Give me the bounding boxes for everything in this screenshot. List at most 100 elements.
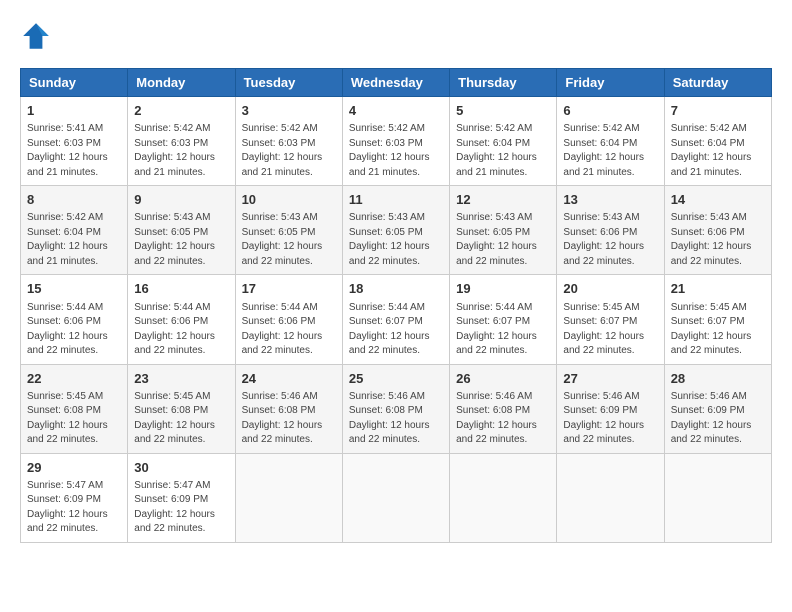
day-info: Sunrise: 5:42 AM Sunset: 6:04 PM Dayligh… (671, 122, 765, 180)
day-number: 23 (134, 370, 228, 388)
day-number: 4 (349, 102, 443, 120)
day-info: Sunrise: 5:45 AM Sunset: 6:08 PM Dayligh… (134, 390, 228, 448)
day-cell: 10 Sunrise: 5:43 AM Sunset: 6:05 PM Dayli… (235, 186, 342, 275)
day-info: Sunrise: 5:47 AM Sunset: 6:09 PM Dayligh… (27, 479, 121, 537)
day-cell: 6 Sunrise: 5:42 AM Sunset: 6:04 PM Daylig… (557, 97, 664, 186)
day-cell: 28 Sunrise: 5:46 AM Sunset: 6:09 PM Dayli… (664, 364, 771, 453)
day-number: 20 (563, 280, 657, 298)
day-number: 17 (242, 280, 336, 298)
day-number: 2 (134, 102, 228, 120)
day-number: 18 (349, 280, 443, 298)
day-info: Sunrise: 5:45 AM Sunset: 6:07 PM Dayligh… (563, 301, 657, 359)
day-cell: 14Sunrise: 5:43 AM Sunset: 6:06 PM Dayli… (664, 186, 771, 275)
day-info: Sunrise: 5:42 AM Sunset: 6:03 PM Dayligh… (242, 122, 336, 180)
calendar-table: SundayMondayTuesdayWednesdayThursdayFrid… (20, 68, 772, 543)
day-cell: 18 Sunrise: 5:44 AM Sunset: 6:07 PM Dayli… (342, 275, 449, 364)
day-info: Sunrise: 5:43 AM Sunset: 6:05 PM Dayligh… (349, 211, 443, 269)
day-cell: 26 Sunrise: 5:46 AM Sunset: 6:08 PM Dayli… (450, 364, 557, 453)
day-cell: 27 Sunrise: 5:46 AM Sunset: 6:09 PM Dayli… (557, 364, 664, 453)
day-number: 26 (456, 370, 550, 388)
day-info: Sunrise: 5:44 AM Sunset: 6:06 PM Dayligh… (27, 301, 121, 359)
day-number: 29 (27, 459, 121, 477)
day-cell: 8Sunrise: 5:42 AM Sunset: 6:04 PM Daylig… (21, 186, 128, 275)
day-number: 24 (242, 370, 336, 388)
day-cell: 5 Sunrise: 5:42 AM Sunset: 6:04 PM Daylig… (450, 97, 557, 186)
day-info: Sunrise: 5:44 AM Sunset: 6:07 PM Dayligh… (456, 301, 550, 359)
day-info: Sunrise: 5:45 AM Sunset: 6:07 PM Dayligh… (671, 301, 765, 359)
day-cell: 12 Sunrise: 5:43 AM Sunset: 6:05 PM Dayli… (450, 186, 557, 275)
day-number: 25 (349, 370, 443, 388)
day-info: Sunrise: 5:43 AM Sunset: 6:05 PM Dayligh… (242, 211, 336, 269)
day-info: Sunrise: 5:46 AM Sunset: 6:09 PM Dayligh… (671, 390, 765, 448)
day-cell: 20 Sunrise: 5:45 AM Sunset: 6:07 PM Dayli… (557, 275, 664, 364)
header-cell-tuesday: Tuesday (235, 69, 342, 97)
day-cell (235, 453, 342, 542)
day-cell (450, 453, 557, 542)
day-number: 3 (242, 102, 336, 120)
day-number: 27 (563, 370, 657, 388)
day-info: Sunrise: 5:46 AM Sunset: 6:08 PM Dayligh… (456, 390, 550, 448)
calendar-body: 1 Sunrise: 5:41 AM Sunset: 6:03 PM Daylig… (21, 97, 772, 543)
day-cell: 9 Sunrise: 5:43 AM Sunset: 6:05 PM Daylig… (128, 186, 235, 275)
day-info: Sunrise: 5:42 AM Sunset: 6:04 PM Dayligh… (563, 122, 657, 180)
day-info: Sunrise: 5:41 AM Sunset: 6:03 PM Dayligh… (27, 122, 121, 180)
day-cell: 15 Sunrise: 5:44 AM Sunset: 6:06 PM Dayli… (21, 275, 128, 364)
header-cell-monday: Monday (128, 69, 235, 97)
day-info: Sunrise: 5:43 AM Sunset: 6:06 PM Dayligh… (671, 211, 765, 269)
week-row-5: 29 Sunrise: 5:47 AM Sunset: 6:09 PM Dayli… (21, 453, 772, 542)
day-cell: 16Sunrise: 5:44 AM Sunset: 6:06 PM Dayli… (128, 275, 235, 364)
day-info: Sunrise: 5:43 AM Sunset: 6:05 PM Dayligh… (456, 211, 550, 269)
day-number: 13 (563, 191, 657, 209)
day-number: 22 (27, 370, 121, 388)
day-info: Sunrise: 5:43 AM Sunset: 6:06 PM Dayligh… (563, 211, 657, 269)
day-number: 21 (671, 280, 765, 298)
day-number: 10 (242, 191, 336, 209)
logo-icon (20, 20, 52, 52)
day-number: 12 (456, 191, 550, 209)
day-cell: 29 Sunrise: 5:47 AM Sunset: 6:09 PM Dayli… (21, 453, 128, 542)
day-info: Sunrise: 5:45 AM Sunset: 6:08 PM Dayligh… (27, 390, 121, 448)
day-info: Sunrise: 5:42 AM Sunset: 6:04 PM Dayligh… (456, 122, 550, 180)
day-number: 9 (134, 191, 228, 209)
day-cell: 21 Sunrise: 5:45 AM Sunset: 6:07 PM Dayli… (664, 275, 771, 364)
day-cell: 19 Sunrise: 5:44 AM Sunset: 6:07 PM Dayli… (450, 275, 557, 364)
day-cell: 4Sunrise: 5:42 AM Sunset: 6:03 PM Daylig… (342, 97, 449, 186)
day-cell: 17 Sunrise: 5:44 AM Sunset: 6:06 PM Dayli… (235, 275, 342, 364)
week-row-4: 22 Sunrise: 5:45 AM Sunset: 6:08 PM Dayli… (21, 364, 772, 453)
day-number: 19 (456, 280, 550, 298)
day-number: 5 (456, 102, 550, 120)
day-cell: 13 Sunrise: 5:43 AM Sunset: 6:06 PM Dayli… (557, 186, 664, 275)
day-info: Sunrise: 5:47 AM Sunset: 6:09 PM Dayligh… (134, 479, 228, 537)
header-cell-wednesday: Wednesday (342, 69, 449, 97)
header-cell-sunday: Sunday (21, 69, 128, 97)
day-info: Sunrise: 5:44 AM Sunset: 6:06 PM Dayligh… (242, 301, 336, 359)
day-cell: 30 Sunrise: 5:47 AM Sunset: 6:09 PM Dayli… (128, 453, 235, 542)
day-info: Sunrise: 5:46 AM Sunset: 6:09 PM Dayligh… (563, 390, 657, 448)
day-cell: 3 Sunrise: 5:42 AM Sunset: 6:03 PM Daylig… (235, 97, 342, 186)
header-row: SundayMondayTuesdayWednesdayThursdayFrid… (21, 69, 772, 97)
day-info: Sunrise: 5:46 AM Sunset: 6:08 PM Dayligh… (349, 390, 443, 448)
week-row-3: 15 Sunrise: 5:44 AM Sunset: 6:06 PM Dayli… (21, 275, 772, 364)
day-number: 16 (134, 280, 228, 298)
day-number: 1 (27, 102, 121, 120)
day-cell (664, 453, 771, 542)
day-cell: 11 Sunrise: 5:43 AM Sunset: 6:05 PM Dayli… (342, 186, 449, 275)
day-number: 28 (671, 370, 765, 388)
day-number: 15 (27, 280, 121, 298)
page-header (20, 20, 772, 52)
week-row-1: 1 Sunrise: 5:41 AM Sunset: 6:03 PM Daylig… (21, 97, 772, 186)
day-number: 7 (671, 102, 765, 120)
day-info: Sunrise: 5:43 AM Sunset: 6:05 PM Dayligh… (134, 211, 228, 269)
day-cell (557, 453, 664, 542)
day-number: 8 (27, 191, 121, 209)
day-cell: 2 Sunrise: 5:42 AM Sunset: 6:03 PM Daylig… (128, 97, 235, 186)
day-info: Sunrise: 5:46 AM Sunset: 6:08 PM Dayligh… (242, 390, 336, 448)
header-cell-thursday: Thursday (450, 69, 557, 97)
calendar-header: SundayMondayTuesdayWednesdayThursdayFrid… (21, 69, 772, 97)
day-info: Sunrise: 5:44 AM Sunset: 6:07 PM Dayligh… (349, 301, 443, 359)
day-number: 6 (563, 102, 657, 120)
day-number: 30 (134, 459, 228, 477)
day-cell: 22 Sunrise: 5:45 AM Sunset: 6:08 PM Dayli… (21, 364, 128, 453)
day-info: Sunrise: 5:42 AM Sunset: 6:03 PM Dayligh… (134, 122, 228, 180)
day-number: 11 (349, 191, 443, 209)
